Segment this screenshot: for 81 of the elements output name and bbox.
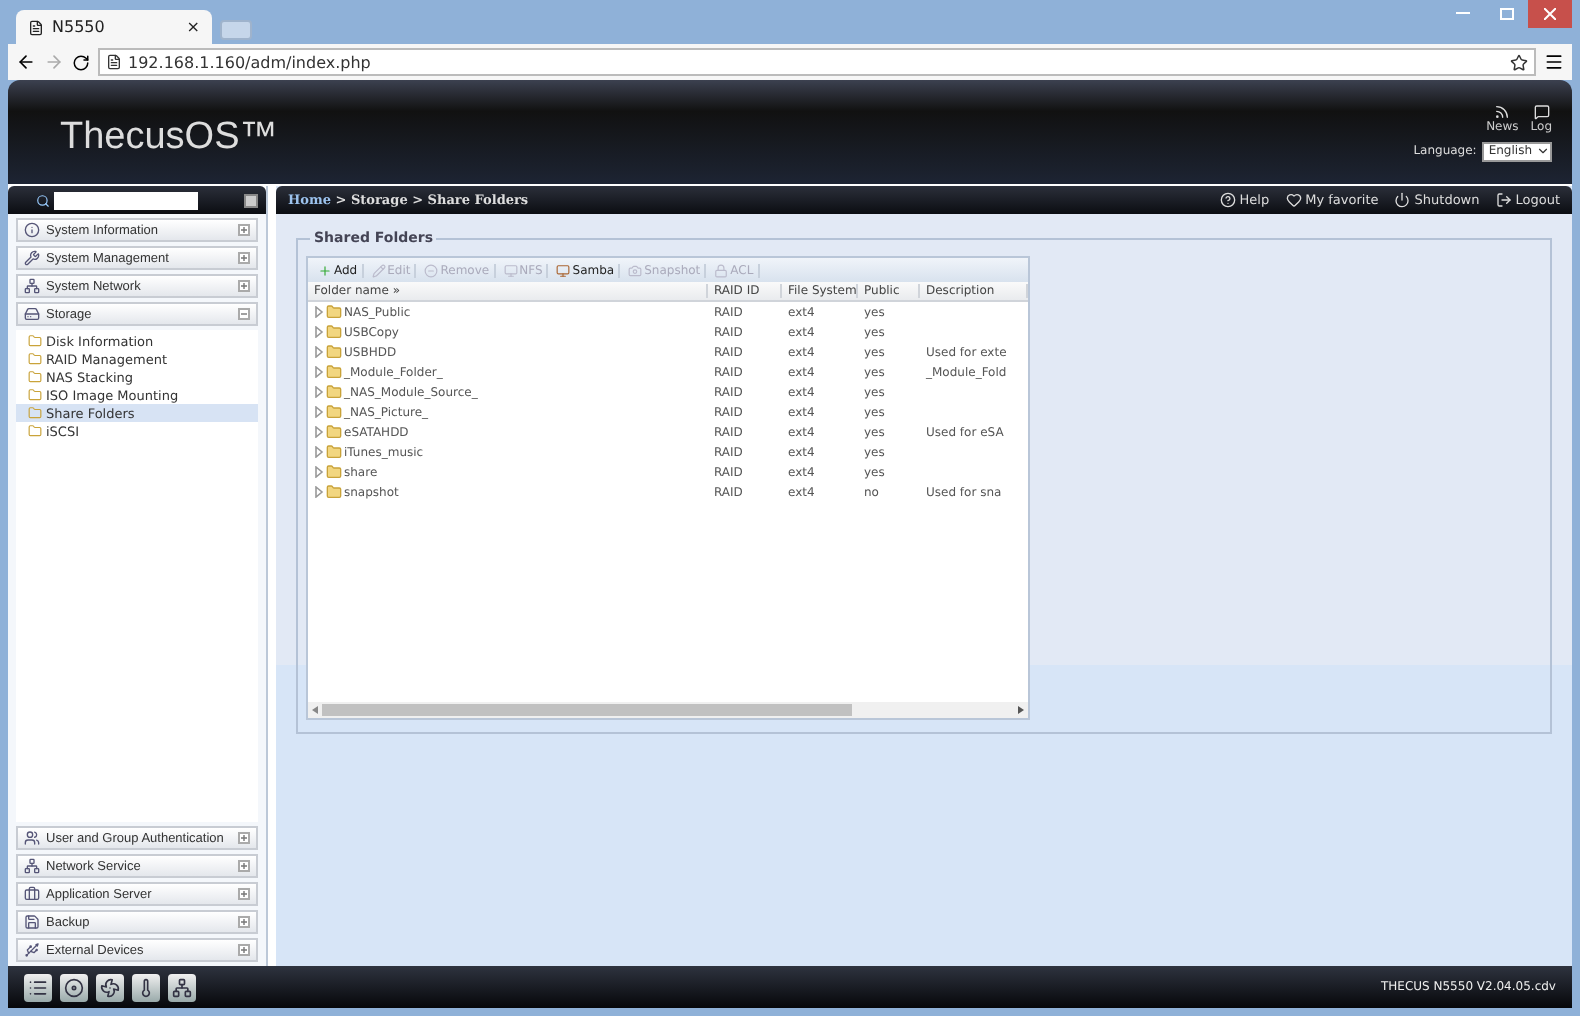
caret-icon bbox=[1536, 144, 1550, 158]
folder-icon bbox=[326, 384, 342, 400]
remove-icon bbox=[424, 263, 439, 277]
floppy-icon bbox=[24, 914, 40, 930]
disk-icon bbox=[64, 977, 84, 997]
pencil-icon bbox=[371, 263, 386, 277]
folder-icon bbox=[326, 464, 342, 480]
expand-icon[interactable] bbox=[238, 916, 250, 928]
maximize-icon bbox=[1499, 8, 1513, 20]
url-text: 192.168.1.160/adm/index.php bbox=[128, 53, 371, 71]
folder-icon bbox=[28, 406, 42, 420]
storage-icon bbox=[24, 306, 40, 322]
scrollbar[interactable] bbox=[308, 702, 1028, 718]
rss-icon bbox=[1494, 103, 1511, 119]
search-field[interactable] bbox=[54, 191, 198, 209]
scroll-left-icon[interactable] bbox=[312, 706, 318, 714]
monitor-icon bbox=[556, 263, 571, 277]
expand-icon[interactable] bbox=[238, 860, 250, 872]
help-icon bbox=[1219, 192, 1236, 208]
folder-icon bbox=[28, 388, 42, 402]
folder-icon bbox=[28, 352, 42, 366]
camera-icon bbox=[628, 263, 643, 277]
expand-icon[interactable] bbox=[238, 252, 250, 264]
clear-button[interactable] bbox=[244, 193, 258, 207]
status-button[interactable] bbox=[96, 973, 124, 1001]
page-icon bbox=[28, 19, 44, 35]
network-icon bbox=[172, 977, 192, 997]
status-button[interactable] bbox=[132, 973, 160, 1001]
search-icon bbox=[36, 193, 50, 207]
folder-icon bbox=[28, 334, 42, 348]
fan-icon bbox=[100, 977, 120, 997]
network-icon bbox=[24, 278, 40, 294]
folder-icon bbox=[326, 484, 342, 500]
logo: ThecusOS™ bbox=[60, 116, 278, 160]
status-button[interactable] bbox=[168, 973, 196, 1001]
expand-icon[interactable] bbox=[238, 280, 250, 292]
star-icon[interactable] bbox=[1510, 53, 1528, 71]
network-icon bbox=[24, 858, 40, 874]
tab-title: N5550 bbox=[52, 18, 107, 36]
status-button[interactable] bbox=[24, 973, 52, 1001]
scroll-right-icon[interactable] bbox=[1018, 706, 1024, 714]
add-icon bbox=[318, 263, 332, 277]
expand-icon[interactable] bbox=[238, 888, 250, 900]
close-icon bbox=[1544, 8, 1556, 20]
folder-icon bbox=[326, 324, 342, 340]
briefcase-icon bbox=[24, 886, 40, 902]
power-icon bbox=[1394, 192, 1411, 208]
chat-icon bbox=[1533, 103, 1550, 119]
logout-icon bbox=[1495, 192, 1512, 208]
folder-icon bbox=[28, 370, 42, 384]
expand-icon[interactable] bbox=[238, 944, 250, 956]
close-tab-button[interactable]: × bbox=[186, 18, 200, 36]
forward-icon[interactable] bbox=[44, 52, 64, 72]
monitor-icon bbox=[503, 263, 518, 277]
info-icon bbox=[24, 222, 40, 238]
list-icon bbox=[28, 977, 48, 997]
minimize-icon bbox=[1455, 12, 1469, 16]
address-bar[interactable]: 192.168.1.160/adm/index.php bbox=[98, 48, 1536, 76]
device-icon bbox=[24, 942, 40, 958]
expand-icon[interactable] bbox=[238, 224, 250, 236]
back-icon[interactable] bbox=[16, 52, 36, 72]
expand-icon[interactable] bbox=[238, 832, 250, 844]
folder-icon bbox=[326, 364, 342, 380]
folder-icon bbox=[326, 424, 342, 440]
folder-icon bbox=[326, 444, 342, 460]
lock-icon bbox=[714, 263, 729, 277]
heart-icon bbox=[1285, 192, 1302, 208]
thermometer-icon bbox=[136, 977, 156, 997]
status-button[interactable] bbox=[60, 973, 88, 1001]
users-icon bbox=[24, 830, 40, 846]
close-button[interactable] bbox=[1528, 0, 1572, 28]
folder-icon bbox=[326, 304, 342, 320]
reload-icon[interactable] bbox=[72, 53, 90, 71]
page-icon bbox=[106, 54, 122, 70]
browser-tab[interactable]: N5550 × bbox=[16, 10, 212, 44]
menu-icon[interactable] bbox=[1544, 52, 1564, 72]
collapse-icon[interactable] bbox=[238, 308, 250, 320]
folder-icon bbox=[28, 424, 42, 438]
tools-icon bbox=[24, 250, 40, 266]
folder-icon bbox=[326, 344, 342, 360]
folder-icon bbox=[326, 404, 342, 420]
